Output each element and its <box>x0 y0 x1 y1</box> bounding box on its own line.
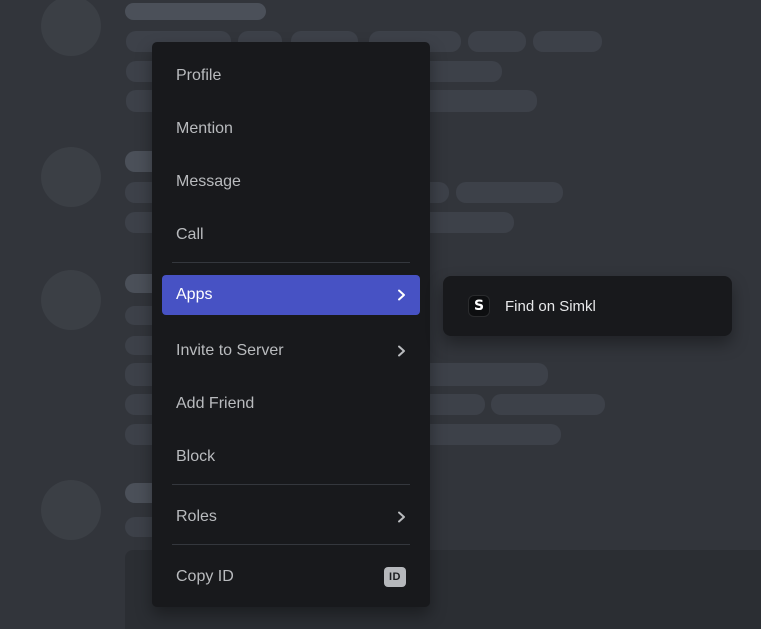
avatar-placeholder <box>41 270 101 330</box>
menu-item-copy-id[interactable]: Copy ID ID <box>162 557 420 597</box>
menu-item-label: Call <box>176 226 204 243</box>
menu-item-label: Apps <box>176 286 213 303</box>
menu-item-label: Block <box>176 448 216 465</box>
menu-item-label: Invite to Server <box>176 342 284 359</box>
menu-divider <box>172 484 410 485</box>
menu-item-label: Roles <box>176 508 217 525</box>
user-context-menu: Profile Mention Message Call Apps Invite… <box>152 42 430 607</box>
avatar-placeholder <box>41 0 101 56</box>
avatar-placeholder <box>41 147 101 207</box>
menu-item-mention[interactable]: Mention <box>162 109 420 149</box>
menu-item-profile[interactable]: Profile <box>162 56 420 96</box>
menu-item-label: Add Friend <box>176 395 255 412</box>
menu-item-message[interactable]: Message <box>162 162 420 202</box>
submenu-item-label: Find on Simkl <box>505 297 596 315</box>
reaction-placeholder <box>468 31 526 52</box>
message-line-placeholder <box>491 394 605 415</box>
menu-item-label: Message <box>176 173 241 190</box>
menu-item-label: Mention <box>176 120 233 137</box>
id-badge-icon: ID <box>384 567 406 587</box>
apps-submenu: S Find on Simkl <box>443 276 732 336</box>
menu-item-label: Copy ID <box>176 568 234 585</box>
chevron-right-icon <box>396 345 406 357</box>
menu-divider <box>172 544 410 545</box>
simkl-logo-icon: S <box>469 296 489 316</box>
menu-divider <box>172 262 410 263</box>
reaction-placeholder <box>533 31 602 52</box>
menu-item-find-on-simkl[interactable]: S Find on Simkl <box>453 286 722 326</box>
menu-item-apps[interactable]: Apps <box>162 275 420 315</box>
message-line-placeholder <box>456 182 563 203</box>
menu-item-add-friend[interactable]: Add Friend <box>162 384 420 424</box>
chevron-right-icon <box>396 511 406 523</box>
menu-item-block[interactable]: Block <box>162 437 420 477</box>
avatar-placeholder <box>41 480 101 540</box>
menu-item-call[interactable]: Call <box>162 215 420 255</box>
menu-item-label: Profile <box>176 67 222 84</box>
menu-item-invite-to-server[interactable]: Invite to Server <box>162 331 420 371</box>
chevron-right-icon <box>396 289 406 301</box>
username-placeholder <box>125 3 266 20</box>
menu-item-roles[interactable]: Roles <box>162 497 420 537</box>
